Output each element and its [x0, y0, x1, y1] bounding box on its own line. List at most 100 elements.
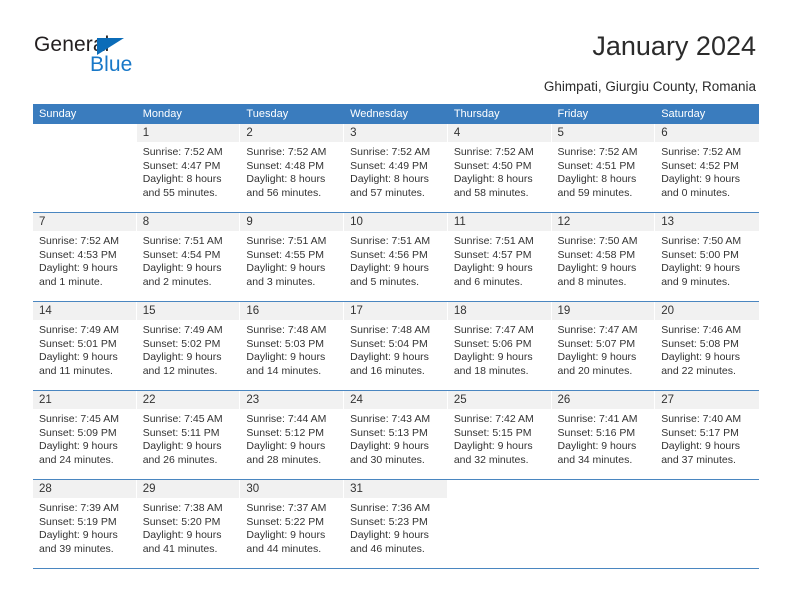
- day-detail-sunset: Sunset: 5:15 PM: [453, 426, 532, 439]
- day-number: 26: [551, 391, 655, 409]
- day-detail-sunrise: Sunrise: 7:42 AM: [453, 413, 534, 425]
- day-detail-sunrise: Sunrise: 7:44 AM: [246, 413, 327, 425]
- calendar-day-cell[interactable]: 9 Sunrise: 7:51 AM Sunset: 4:55 PM Daylight…: [240, 213, 345, 301]
- day-detail: Sunrise: 7:41 AM Sunset: 5:16 PM Daylight:…: [552, 409, 655, 467]
- day-number: 31: [344, 480, 447, 498]
- day-detail-daylight2: and 44 minutes.: [246, 542, 322, 555]
- day-detail-daylight1: Daylight: 9 hours: [39, 262, 118, 275]
- day-detail-daylight1: Daylight: 9 hours: [39, 440, 118, 453]
- calendar-day-cell[interactable]: 13 Sunrise: 7:50 AM Sunset: 5:00 PM Dayligh…: [655, 213, 759, 301]
- day-detail-daylight1: Daylight: 9 hours: [142, 440, 222, 453]
- day-number: 11: [447, 213, 551, 231]
- calendar-day-cell[interactable]: 16 Sunrise: 7:48 AM Sunset: 5:03 PM Dayligh…: [240, 302, 345, 390]
- day-number: 8: [136, 213, 240, 231]
- weekday-header-friday: Friday: [557, 108, 589, 120]
- day-detail-daylight2: and 28 minutes.: [246, 453, 322, 466]
- calendar-day-cell[interactable]: 17 Sunrise: 7:48 AM Sunset: 5:04 PM Dayligh…: [344, 302, 448, 390]
- calendar-day-cell[interactable]: 15 Sunrise: 7:49 AM Sunset: 5:02 PM Dayligh…: [136, 302, 241, 390]
- day-detail-sunrise: Sunrise: 7:48 AM: [246, 324, 327, 336]
- day-detail-daylight2: and 9 minutes.: [661, 275, 731, 288]
- week-days: 14 Sunrise: 7:49 AM Sunset: 5:01 PM Dayligh…: [33, 302, 759, 390]
- day-detail-daylight1: Daylight: 9 hours: [453, 440, 533, 453]
- calendar-day-cell[interactable]: 18 Sunrise: 7:47 AM Sunset: 5:06 PM Dayligh…: [447, 302, 552, 390]
- day-detail-daylight1: Daylight: 9 hours: [453, 351, 533, 364]
- day-detail: Sunrise: 7:38 AM Sunset: 5:20 PM Daylight:…: [137, 498, 240, 556]
- day-detail: Sunrise: 7:36 AM Sunset: 5:23 PM Daylight:…: [344, 498, 447, 556]
- page-subtitle: Ghimpati, Giurgiu County, Romania: [543, 79, 756, 94]
- day-detail-sunset: Sunset: 5:07 PM: [557, 337, 636, 350]
- calendar-day-cell[interactable]: 7 Sunrise: 7:52 AM Sunset: 4:53 PM Daylight…: [33, 213, 137, 301]
- day-detail-daylight1: Daylight: 9 hours: [39, 351, 118, 364]
- day-detail-daylight1: Daylight: 9 hours: [246, 440, 326, 453]
- calendar-day-cell[interactable]: 27 Sunrise: 7:40 AM Sunset: 5:17 PM Dayligh…: [655, 391, 759, 479]
- day-number: 25: [447, 391, 551, 409]
- calendar-day-cell[interactable]: 11 Sunrise: 7:51 AM Sunset: 4:57 PM Dayligh…: [447, 213, 552, 301]
- day-number: 10: [344, 213, 447, 231]
- day-detail-sunset: Sunset: 5:11 PM: [142, 426, 220, 439]
- calendar-day-cell[interactable]: 8 Sunrise: 7:51 AM Sunset: 4:54 PM Daylight…: [136, 213, 241, 301]
- day-detail-sunset: Sunset: 4:51 PM: [557, 159, 636, 172]
- day-detail-sunrise: Sunrise: 7:41 AM: [557, 413, 638, 425]
- day-detail-sunset: Sunset: 5:06 PM: [453, 337, 532, 350]
- calendar-day-cell[interactable]: 30 Sunrise: 7:37 AM Sunset: 5:22 PM Dayligh…: [240, 480, 345, 568]
- day-detail-sunset: Sunset: 4:56 PM: [350, 248, 428, 261]
- calendar-day-cell[interactable]: 23 Sunrise: 7:44 AM Sunset: 5:12 PM Dayligh…: [240, 391, 345, 479]
- day-detail-daylight1: Daylight: 9 hours: [557, 440, 637, 453]
- day-detail-daylight1: Daylight: 9 hours: [246, 262, 326, 275]
- calendar-day-cell-empty: [447, 480, 552, 568]
- day-number: 3: [344, 124, 447, 142]
- day-detail-sunset: Sunset: 4:47 PM: [142, 159, 221, 172]
- day-detail-sunset: Sunset: 4:52 PM: [661, 159, 739, 172]
- day-detail: Sunrise: 7:47 AM Sunset: 5:07 PM Daylight:…: [552, 320, 655, 378]
- day-detail-daylight2: and 32 minutes.: [453, 453, 529, 466]
- calendar-day-cell[interactable]: 12 Sunrise: 7:50 AM Sunset: 4:58 PM Dayligh…: [551, 213, 656, 301]
- calendar-day-cell[interactable]: 14 Sunrise: 7:49 AM Sunset: 5:01 PM Dayligh…: [33, 302, 137, 390]
- calendar-day-cell[interactable]: 21 Sunrise: 7:45 AM Sunset: 5:09 PM Dayligh…: [33, 391, 137, 479]
- day-detail-daylight2: and 55 minutes.: [142, 186, 218, 199]
- calendar-day-cell[interactable]: 31 Sunrise: 7:36 AM Sunset: 5:23 PM Dayligh…: [344, 480, 448, 568]
- calendar-day-cell[interactable]: 20 Sunrise: 7:46 AM Sunset: 5:08 PM Dayligh…: [655, 302, 759, 390]
- week-days: 1 Sunrise: 7:52 AM Sunset: 4:47 PM Daylight…: [33, 124, 759, 212]
- calendar-week-row: 1 Sunrise: 7:52 AM Sunset: 4:47 PM Daylight…: [33, 124, 759, 212]
- calendar-day-cell[interactable]: 22 Sunrise: 7:45 AM Sunset: 5:11 PM Dayligh…: [136, 391, 241, 479]
- calendar-day-cell[interactable]: 2 Sunrise: 7:52 AM Sunset: 4:48 PM Daylight…: [240, 124, 345, 212]
- day-detail-sunrise: Sunrise: 7:51 AM: [142, 235, 223, 247]
- day-detail-sunrise: Sunrise: 7:52 AM: [142, 146, 223, 158]
- general-blue-logo[interactable]: General Blue: [34, 33, 214, 81]
- day-detail-sunrise: Sunrise: 7:37 AM: [246, 502, 327, 514]
- calendar-day-cell[interactable]: 28 Sunrise: 7:39 AM Sunset: 5:19 PM Dayligh…: [33, 480, 137, 568]
- calendar-day-cell[interactable]: 5 Sunrise: 7:52 AM Sunset: 4:51 PM Daylight…: [551, 124, 656, 212]
- day-detail-daylight1: Daylight: 9 hours: [557, 262, 637, 275]
- calendar-day-cell[interactable]: 6 Sunrise: 7:52 AM Sunset: 4:52 PM Daylight…: [655, 124, 759, 212]
- calendar-week-row: 14 Sunrise: 7:49 AM Sunset: 5:01 PM Dayligh…: [33, 301, 759, 390]
- day-detail-daylight2: and 14 minutes.: [246, 364, 322, 377]
- day-detail-sunset: Sunset: 5:22 PM: [246, 515, 325, 528]
- day-number: [655, 480, 759, 498]
- day-detail: Sunrise: 7:51 AM Sunset: 4:57 PM Daylight:…: [448, 231, 551, 289]
- calendar-day-cell[interactable]: 29 Sunrise: 7:38 AM Sunset: 5:20 PM Dayligh…: [136, 480, 241, 568]
- calendar-day-cell[interactable]: 10 Sunrise: 7:51 AM Sunset: 4:56 PM Dayligh…: [344, 213, 448, 301]
- day-number: 24: [344, 391, 447, 409]
- day-detail-sunrise: Sunrise: 7:48 AM: [350, 324, 431, 336]
- day-detail-daylight1: Daylight: 9 hours: [350, 262, 429, 275]
- day-detail-daylight1: Daylight: 8 hours: [557, 173, 637, 186]
- calendar-day-cell[interactable]: 4 Sunrise: 7:52 AM Sunset: 4:50 PM Daylight…: [447, 124, 552, 212]
- day-detail: Sunrise: 7:50 AM Sunset: 5:00 PM Daylight:…: [655, 231, 759, 289]
- day-detail-daylight1: Daylight: 9 hours: [39, 529, 118, 542]
- weekday-header-sunday: Sunday: [39, 108, 77, 120]
- day-detail-daylight1: Daylight: 9 hours: [350, 351, 429, 364]
- day-number: 17: [344, 302, 447, 320]
- calendar-day-cell[interactable]: 19 Sunrise: 7:47 AM Sunset: 5:07 PM Dayligh…: [551, 302, 656, 390]
- day-detail-daylight2: and 6 minutes.: [453, 275, 523, 288]
- day-detail-sunrise: Sunrise: 7:39 AM: [39, 502, 119, 514]
- page-header: General Blue January 2024 Ghimpati, Giur…: [0, 0, 792, 103]
- calendar-day-cell[interactable]: 1 Sunrise: 7:52 AM Sunset: 4:47 PM Daylight…: [136, 124, 241, 212]
- day-detail-daylight2: and 3 minutes.: [246, 275, 316, 288]
- day-detail: Sunrise: 7:42 AM Sunset: 5:15 PM Daylight:…: [448, 409, 551, 467]
- calendar-day-cell[interactable]: 3 Sunrise: 7:52 AM Sunset: 4:49 PM Daylight…: [344, 124, 448, 212]
- calendar-day-cell[interactable]: 25 Sunrise: 7:42 AM Sunset: 5:15 PM Dayligh…: [447, 391, 552, 479]
- day-detail-daylight1: Daylight: 9 hours: [246, 529, 326, 542]
- calendar-day-cell[interactable]: 26 Sunrise: 7:41 AM Sunset: 5:16 PM Dayligh…: [551, 391, 656, 479]
- calendar-day-cell[interactable]: 24 Sunrise: 7:43 AM Sunset: 5:13 PM Dayligh…: [344, 391, 448, 479]
- logo-text-blue: Blue: [90, 53, 133, 76]
